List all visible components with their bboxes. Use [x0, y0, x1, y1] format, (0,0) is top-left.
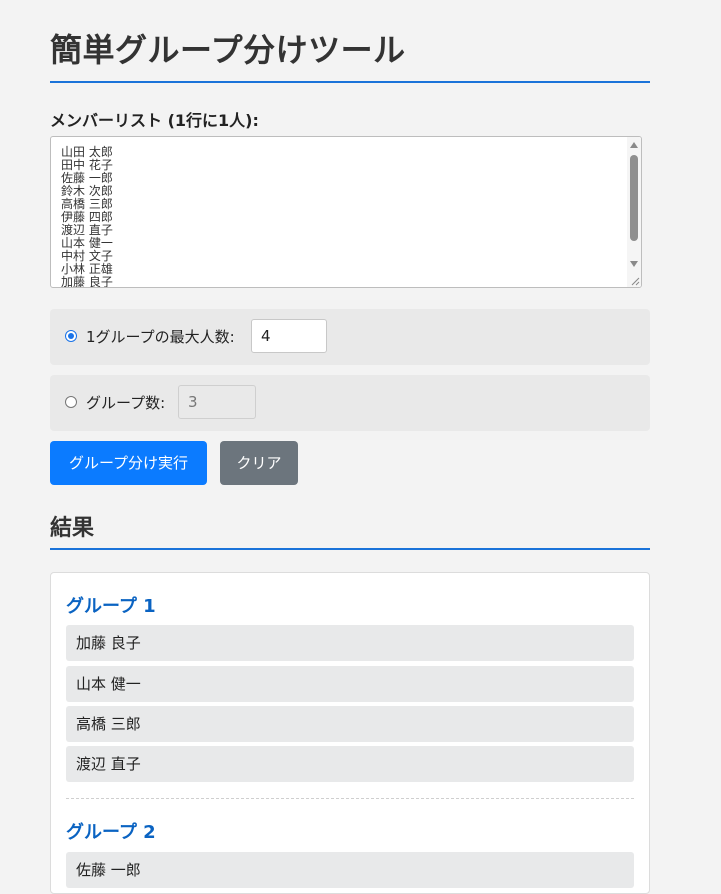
group-title: グループ 2 [66, 822, 156, 843]
results-card: グループ 1 加藤 良子 山本 健一 高橋 三郎 渡辺 直子 グループ 2 佐藤… [50, 572, 650, 894]
group-member: 渡辺 直子 [66, 746, 634, 782]
member-list-text: 山田 太郎 田中 花子 佐藤 一郎 鈴木 次郎 高橋 三郎 伊藤 四郎 渡辺 直… [61, 146, 113, 288]
page-title: 簡単グループ分けツール [50, 31, 406, 69]
scrollbar-thumb[interactable] [630, 155, 638, 241]
triangle-down-icon[interactable] [630, 261, 638, 267]
textarea-scrollbar[interactable] [627, 137, 641, 287]
group-count-input: 3 [178, 385, 256, 419]
run-grouping-button[interactable]: グループ分け実行 [50, 441, 207, 485]
group-member: 佐藤 一郎 [66, 852, 634, 888]
max-per-group-option: 1グループの最大人数: 4 [50, 309, 650, 365]
group-count-radio[interactable] [65, 396, 77, 408]
member-list-label: メンバーリスト (1行に1人): [50, 111, 259, 130]
max-per-group-label: 1グループの最大人数: [86, 328, 235, 346]
group-title: グループ 1 [66, 596, 156, 617]
group-count-label: グループ数: [86, 394, 166, 412]
triangle-up-icon[interactable] [630, 142, 638, 148]
results-heading: 結果 [50, 516, 95, 541]
resize-grip-icon[interactable] [630, 276, 640, 286]
group-member: 山本 健一 [66, 666, 634, 702]
member-line: 加藤 良子 [61, 275, 113, 288]
max-per-group-radio[interactable] [65, 330, 77, 342]
member-list-textarea[interactable]: 山田 太郎 田中 花子 佐藤 一郎 鈴木 次郎 高橋 三郎 伊藤 四郎 渡辺 直… [50, 136, 642, 288]
group-member: 高橋 三郎 [66, 706, 634, 742]
title-divider [50, 81, 650, 83]
clear-button[interactable]: クリア [220, 441, 298, 485]
group-member: 加藤 良子 [66, 625, 634, 661]
group-count-option: グループ数: 3 [50, 375, 650, 431]
max-per-group-input[interactable]: 4 [251, 319, 327, 353]
results-divider [50, 548, 650, 550]
group-separator [66, 798, 634, 799]
